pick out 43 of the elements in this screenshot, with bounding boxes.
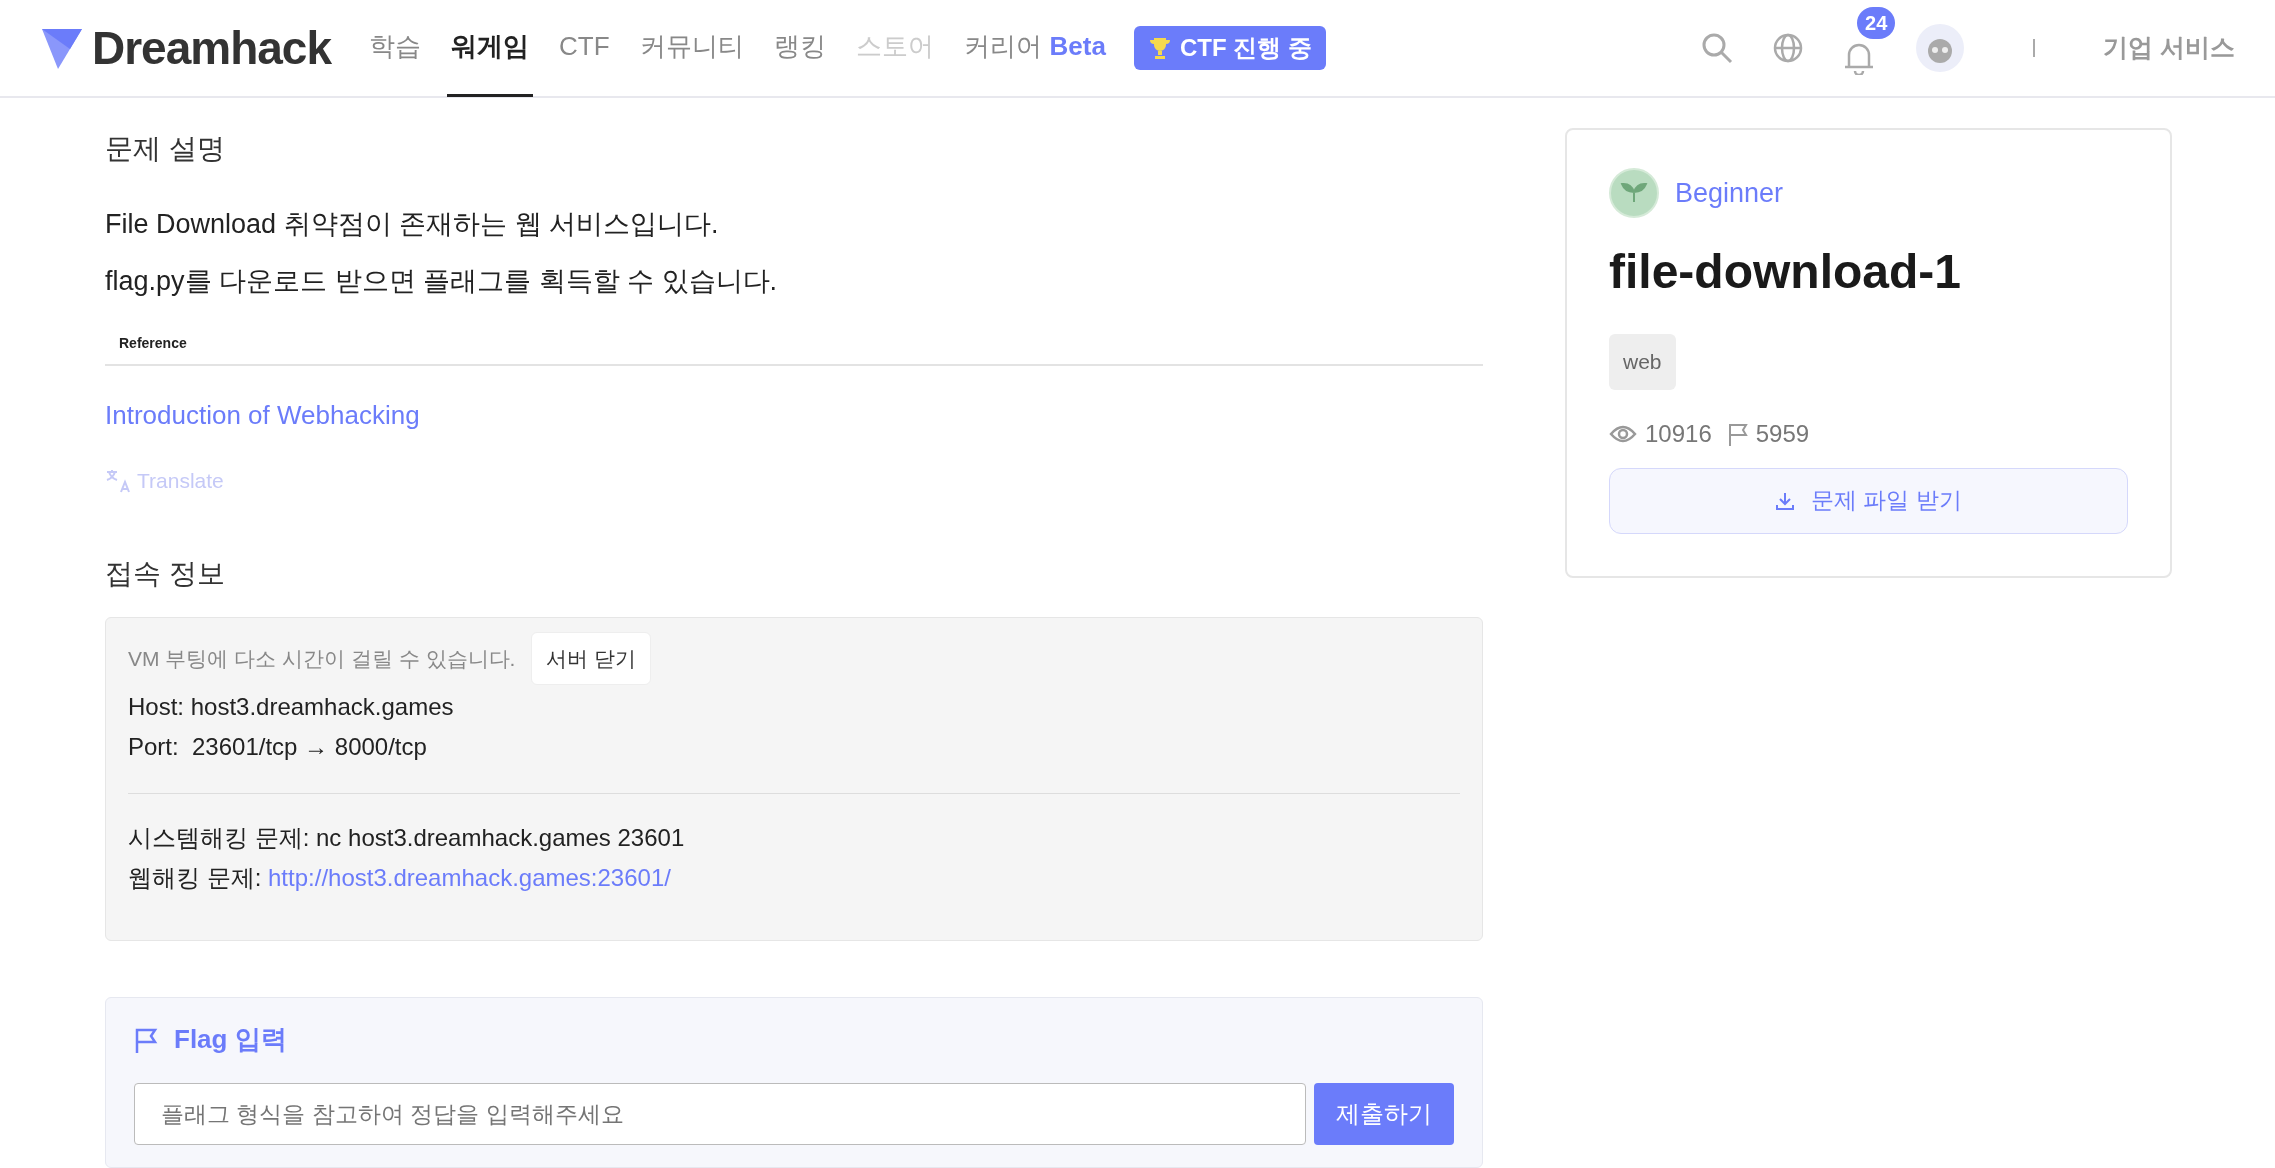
reference-link[interactable]: Introduction of Webhacking xyxy=(105,400,420,430)
nav-tab[interactable]: 워게임 xyxy=(447,0,534,97)
solve-count: 5959 xyxy=(1755,418,1810,449)
search-icon[interactable] xyxy=(1701,32,1734,64)
connection-link[interactable]: http://host3.dreamhack.games:23601/ xyxy=(268,864,671,891)
description-text: flag.py를 다운로드 받으면 플래그를 획득할 수 있습니다. xyxy=(105,264,779,298)
view-count: 10916 xyxy=(1645,418,1712,449)
tag-label[interactable]: web xyxy=(1609,334,1676,390)
notice-text: VM 부팅에 다소 시간이 걸릴 수 있습니다. xyxy=(128,645,516,672)
logo-text[interactable]: Dreamhack xyxy=(92,13,332,83)
close-server-button[interactable]: 서버 닫기 xyxy=(531,631,652,685)
trophy-icon xyxy=(1147,36,1172,60)
translate-icon[interactable] xyxy=(105,467,133,494)
flag-input-field[interactable]: 플래그 형식을 참고하여 정답을 입력해주세요 xyxy=(134,1083,1306,1145)
nav-tab[interactable]: 학습 xyxy=(365,0,426,97)
section-heading: 문제 설명 xyxy=(105,132,226,166)
notification-count: 24 xyxy=(1857,7,1896,39)
nav-tab[interactable]: 커리어 Beta xyxy=(959,0,1110,97)
sprout-icon xyxy=(1609,168,1659,218)
connection-text: 웹해킹 문제: http://host3.dreamhack.games:23601/ xyxy=(128,863,672,893)
flag-icon xyxy=(1727,421,1748,446)
host-text: Host: host3.dreamhack.games xyxy=(128,692,455,722)
nav-tab[interactable]: CTF xyxy=(555,0,614,97)
globe-icon[interactable] xyxy=(1773,33,1804,63)
level-label: Beginner xyxy=(1675,176,1784,210)
bell-icon[interactable] xyxy=(1843,41,1876,75)
description-text: File Download 취약점이 존재하는 웹 서비스입니다. xyxy=(105,208,720,241)
download-icon xyxy=(1775,490,1796,511)
ctf-live-button[interactable]: CTF 진행 중 xyxy=(1133,26,1326,70)
nav-tab[interactable]: 커뮤니티 xyxy=(635,0,748,97)
challenge-title: file-download-1 xyxy=(1609,244,1962,300)
submit-button[interactable]: 제출하기 xyxy=(1314,1083,1454,1145)
avatar-icon[interactable] xyxy=(1915,23,1966,73)
nav-tab[interactable]: 랭킹 xyxy=(769,0,830,97)
connection-text: 시스템해킹 문제: nc host3.dreamhack.games 23601 xyxy=(128,823,686,853)
reference-label: Reference xyxy=(105,333,1483,366)
enterprise-service-link[interactable]: 기업 서비스 xyxy=(2103,29,2235,67)
eye-icon xyxy=(1609,423,1637,444)
flag-title: Flag 입력 xyxy=(174,1023,287,1056)
flag-icon xyxy=(134,1026,158,1053)
download-files-button[interactable]: 문제 파일 받기 xyxy=(1609,467,2128,534)
section-heading: 접속 정보 xyxy=(105,556,226,591)
port-text: Port: 23601/tcp → 8000/tcp xyxy=(128,732,428,762)
